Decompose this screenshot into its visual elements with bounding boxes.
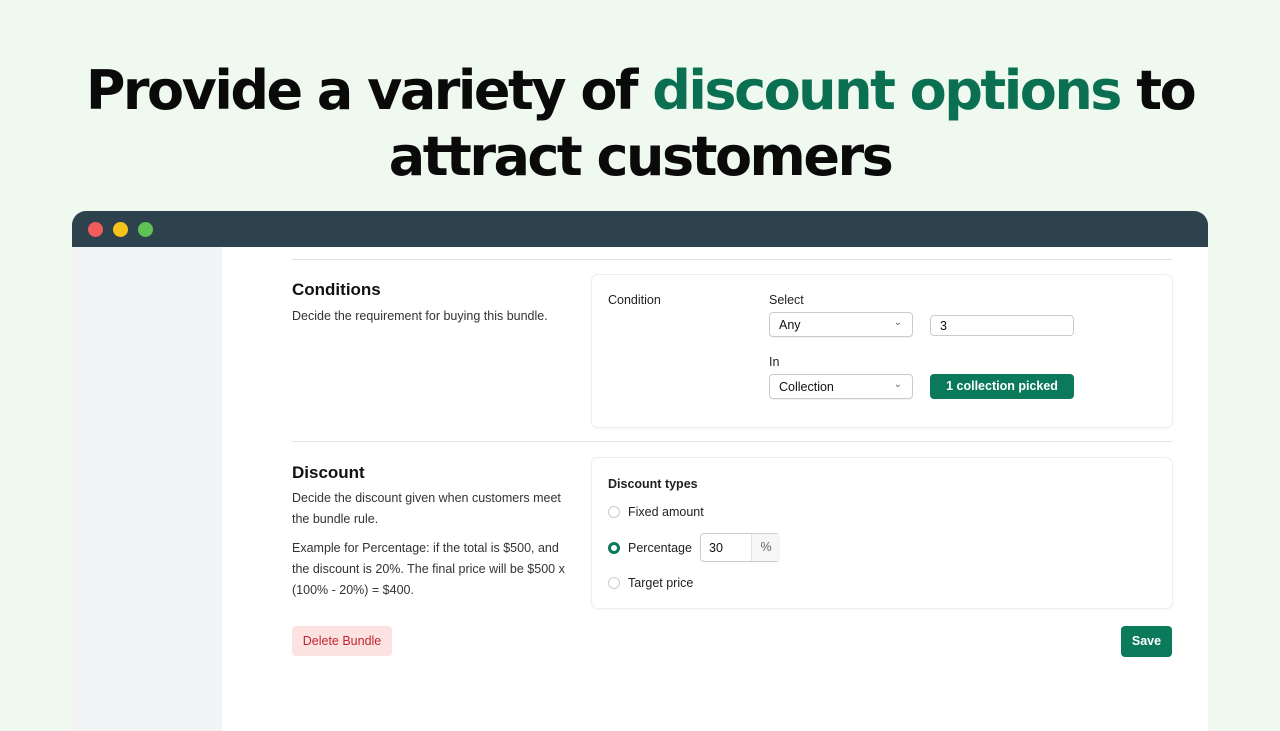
app-window: Conditions Decide the requirement for bu… <box>72 211 1208 731</box>
hero-accent-text: discount options <box>652 59 1122 122</box>
radio-label: Percentage <box>628 541 692 555</box>
radio-button[interactable] <box>608 506 620 518</box>
discount-title: Discount <box>292 463 365 482</box>
delete-bundle-button[interactable]: Delete Bundle <box>292 626 392 656</box>
radio-label: Fixed amount <box>628 505 704 519</box>
conditions-card: Condition Select Any ⌄ 3 In Collection ⌄ 1… <box>592 275 1172 427</box>
radio-button[interactable] <box>608 577 620 589</box>
in-label: In <box>769 355 780 369</box>
discount-types-label: Discount types <box>608 477 698 491</box>
hero-text: to <box>1119 59 1196 122</box>
select-dropdown[interactable]: Any ⌄ <box>769 312 913 337</box>
close-window-button[interactable] <box>88 222 103 237</box>
in-value: Collection <box>779 380 834 394</box>
percentage-input-group: 30 % <box>700 533 780 562</box>
chevron-down-icon: ⌄ <box>893 317 902 328</box>
minimize-window-button[interactable] <box>113 222 128 237</box>
sidebar <box>72 247 222 731</box>
condition-label: Condition <box>608 293 661 307</box>
select-value: Any <box>779 318 801 332</box>
radio-label: Target price <box>628 576 694 590</box>
save-button[interactable]: Save <box>1121 626 1172 657</box>
main-content: Conditions Decide the requirement for bu… <box>292 247 1172 731</box>
percent-suffix: % <box>751 534 780 561</box>
discount-description: Decide the discount given when customers… <box>292 491 561 526</box>
discount-card: Discount types Fixed amount Percentage 3… <box>592 458 1172 608</box>
collection-picker-button[interactable]: 1 collection picked <box>930 374 1074 399</box>
radio-button[interactable] <box>608 542 620 554</box>
chevron-down-icon: ⌄ <box>893 379 902 390</box>
title-bar <box>72 211 1208 247</box>
divider <box>292 259 1172 260</box>
hero-text: Provide a variety of <box>85 59 653 122</box>
hero-line-2: attract customers <box>388 125 894 188</box>
select-label: Select <box>769 293 804 307</box>
maximize-window-button[interactable] <box>138 222 153 237</box>
divider <box>292 441 1172 442</box>
percentage-input[interactable]: 30 <box>709 541 723 555</box>
in-dropdown[interactable]: Collection ⌄ <box>769 374 913 399</box>
discount-example: Example for Percentage: if the total is … <box>292 541 565 597</box>
hero-heading: Provide a variety of discount options to… <box>0 58 1280 190</box>
quantity-input[interactable]: 3 <box>930 315 1074 336</box>
conditions-description: Decide the requirement for buying this b… <box>292 309 548 323</box>
conditions-title: Conditions <box>292 280 381 299</box>
